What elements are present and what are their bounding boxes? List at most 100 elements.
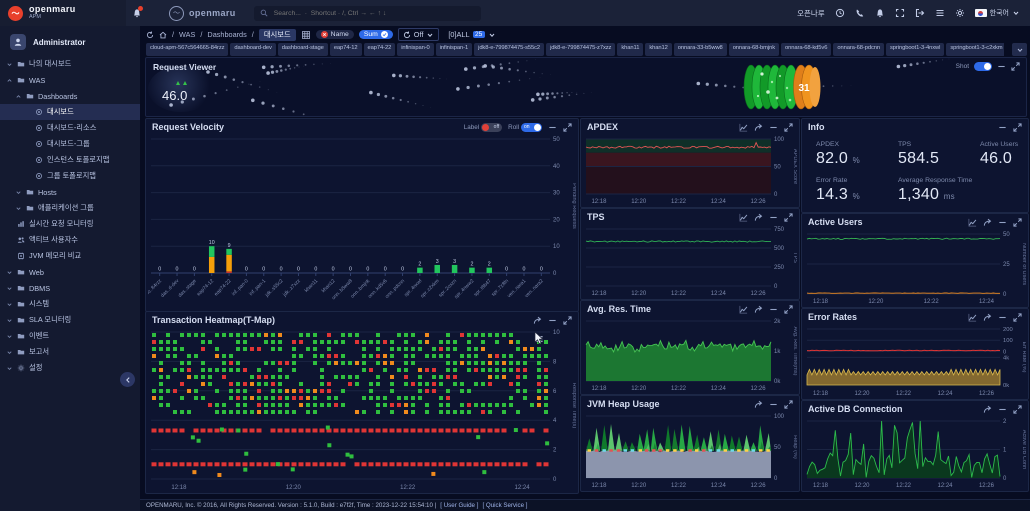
minimize-icon[interactable]	[769, 400, 778, 409]
instance-tag[interactable]: eap74-22	[364, 43, 396, 56]
share-icon[interactable]	[754, 123, 763, 132]
sidebar-item-group-topology[interactable]: 그룹 토폴로지맵	[0, 168, 140, 184]
expand-icon[interactable]	[1013, 123, 1022, 132]
sidebar-item-dashboard[interactable]: 대시보드	[0, 104, 140, 120]
instance-tag[interactable]: infinispan-0	[397, 43, 433, 56]
sidebar-collapse-button[interactable]	[120, 372, 135, 387]
minimize-icon[interactable]	[548, 123, 557, 132]
instance-tag[interactable]: onnara-68-bmjnk	[729, 43, 779, 56]
roll-toggle[interactable]: on	[521, 123, 542, 132]
expand-icon[interactable]	[1013, 313, 1022, 322]
tmap-chart[interactable]: 1086420Response Time(s)12:1812:2012:2212…	[148, 328, 576, 491]
request-velocity-chart[interactable]: 50403020100Pending Requests0clo..84rzz0d…	[148, 135, 576, 309]
breadcrumb-was[interactable]: WAS	[179, 30, 195, 39]
sidebar-item-system[interactable]: 시스템	[0, 296, 140, 312]
minimize-icon[interactable]	[998, 123, 1007, 132]
shot-toggle[interactable]	[974, 62, 992, 71]
expand-icon[interactable]	[1011, 62, 1020, 71]
expand-icon[interactable]	[563, 316, 572, 325]
auto-refresh-button[interactable]: Off	[398, 28, 440, 41]
sidebar-item-instance-topology[interactable]: 인스턴스 토폴로지맵	[0, 152, 140, 168]
instance-tag[interactable]: eap74-12	[330, 43, 362, 56]
instance-tag[interactable]: cloud-apm-567c564665-84rzz	[146, 43, 228, 56]
instance-tag[interactable]: khan12	[645, 43, 671, 56]
sidebar-item-realtime-request[interactable]: 실시간 요청 모니터링	[0, 216, 140, 232]
grid-view-icon[interactable]	[301, 30, 311, 40]
instance-tag[interactable]: dashboard-dev	[230, 43, 275, 56]
share-icon[interactable]	[983, 313, 992, 322]
breadcrumb-dashboards[interactable]: Dashboards	[207, 30, 246, 39]
panel-request-viewer[interactable]: Request Viewer 46.0 31 Shot	[145, 57, 1027, 117]
instance-tag[interactable]: onnara-33-b5ww8	[674, 43, 727, 56]
expand-icon[interactable]	[1013, 405, 1022, 414]
share-icon[interactable]	[754, 400, 763, 409]
instance-tag[interactable]: khan11	[617, 43, 643, 56]
line-chart-icon[interactable]	[968, 218, 977, 227]
minimize-icon[interactable]	[998, 405, 1007, 414]
name-filter-chip[interactable]: Name	[316, 30, 354, 39]
sidebar-item-dashboard-group[interactable]: 대시보드-그룹	[0, 136, 140, 152]
sidebar-item-active-users[interactable]: 액티브 사용자수	[0, 232, 140, 248]
sidebar-item-dashboard-resource[interactable]: 대시보드-리소스	[0, 120, 140, 136]
minimize-icon[interactable]	[769, 305, 778, 314]
gear-icon[interactable]	[955, 8, 965, 18]
instance-cylinder[interactable]: 31	[742, 62, 824, 117]
instance-tag[interactable]: onnara-68-pdcnn	[833, 43, 884, 56]
minimize-icon[interactable]	[998, 313, 1007, 322]
expand-icon[interactable]	[784, 123, 793, 132]
sidebar-item-application-group[interactable]: 애플리케이션 그룹	[0, 200, 140, 216]
instance-tag[interactable]: dashboard-stage	[278, 43, 328, 56]
home-icon[interactable]	[159, 31, 167, 39]
instance-tag[interactable]: springboot1-3-4nxwl	[886, 43, 944, 56]
app-logo[interactable]: 〜 openmaru APM	[0, 0, 126, 26]
line-chart-icon[interactable]	[739, 305, 748, 314]
expand-icon[interactable]	[784, 213, 793, 222]
share-icon[interactable]	[533, 316, 542, 325]
sidebar-item-hosts[interactable]: Hosts	[0, 184, 140, 200]
avg-res-time-chart[interactable]: 2k1k0kAvg. Res. Time(ms)12:1812:2012:221…	[583, 317, 797, 392]
phone-icon[interactable]	[855, 8, 865, 18]
refresh-icon[interactable]	[146, 31, 154, 39]
share-icon[interactable]	[983, 405, 992, 414]
username[interactable]: 오픈나루	[797, 8, 825, 19]
line-chart-icon[interactable]	[739, 213, 748, 222]
sidebar-item-jvm-memory[interactable]: JVM 메모리 비교	[0, 248, 140, 264]
jvm-heap-chart[interactable]: 100500Heap (%)12:1812:2012:2212:2412:26	[583, 412, 797, 489]
expand-icon[interactable]	[563, 123, 572, 132]
active-db-chart[interactable]: 210Active DB Conn12:1812:2012:2212:2412:…	[804, 417, 1026, 489]
instance-tag[interactable]: jdk8-e-799874475-s55c2	[474, 43, 544, 56]
instance-tag[interactable]: springboot1-3-c2xkm	[946, 43, 1004, 56]
sum-toggle-chip[interactable]: Sum	[359, 30, 393, 39]
instance-tag[interactable]: jdk8-e-799874475-z7xzz	[546, 43, 615, 56]
tps-chart[interactable]: 7505002500TPS12:1812:2012:2212:2412:26	[583, 225, 797, 297]
sidebar-item-dbms[interactable]: DBMS	[0, 280, 140, 296]
active-users-chart[interactable]: 50250Number of Users12:1812:2012:2212:24	[804, 230, 1026, 305]
label-toggle[interactable]: off	[481, 123, 502, 132]
sidebar-item-web[interactable]: Web	[0, 264, 140, 280]
remove-icon[interactable]	[321, 31, 328, 38]
sidebar-item-event[interactable]: 이벤트	[0, 328, 140, 344]
minimize-icon[interactable]	[998, 218, 1007, 227]
minimize-icon[interactable]	[997, 62, 1006, 71]
sidebar-item-settings[interactable]: 설정	[0, 360, 140, 376]
clock-icon[interactable]	[835, 8, 845, 18]
instance-tag[interactable]: infinispan-1	[436, 43, 472, 56]
expand-icon[interactable]	[784, 400, 793, 409]
logout-icon[interactable]	[915, 8, 925, 18]
sidebar-item-report[interactable]: 보고서	[0, 344, 140, 360]
expand-icon[interactable]	[784, 305, 793, 314]
sidebar-item-dashboards[interactable]: Dashboards	[0, 88, 140, 104]
fullscreen-icon[interactable]	[895, 8, 905, 18]
error-rates-chart[interactable]: 20010004k0k12:1812:2012:2212:2412:26Err …	[804, 325, 1026, 397]
sidebar-item-my-dashboard[interactable]: 나의 대시보드	[0, 56, 140, 72]
share-icon[interactable]	[754, 305, 763, 314]
sidebar-item-was[interactable]: WAS	[0, 72, 140, 88]
user-profile[interactable]: Administrator	[0, 26, 140, 56]
minimize-icon[interactable]	[548, 316, 557, 325]
line-chart-icon[interactable]	[968, 313, 977, 322]
breadcrumb-current[interactable]: 대시보드	[259, 29, 296, 41]
tag-overflow-dropdown[interactable]	[1012, 43, 1027, 56]
language-selector[interactable]: 한국어	[975, 8, 1020, 18]
share-icon[interactable]	[754, 213, 763, 222]
sidebar-item-sla[interactable]: SLA 모니터링	[0, 312, 140, 328]
